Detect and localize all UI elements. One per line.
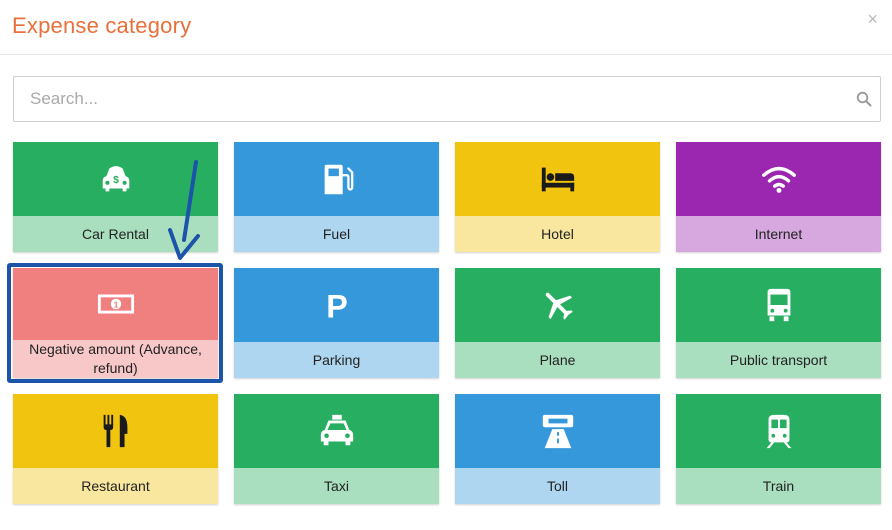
money-bill-icon: 1 — [97, 294, 134, 314]
svg-text:P: P — [326, 288, 348, 324]
tile-label: Car Rental — [13, 216, 218, 252]
category-tile-train[interactable]: Train — [676, 394, 881, 504]
tile-label: Public transport — [676, 342, 881, 378]
modal-header: Expense category × — [0, 0, 892, 55]
tile-icon-area — [455, 268, 660, 342]
tile-label: Train — [676, 468, 881, 504]
train-icon — [766, 414, 791, 449]
category-tile-plane[interactable]: Plane — [455, 268, 660, 378]
tile-label: Parking — [234, 342, 439, 378]
category-tile-fuel[interactable]: Fuel — [234, 142, 439, 252]
close-button[interactable]: × — [867, 8, 878, 30]
tile-icon-area — [676, 268, 881, 342]
car-rental-icon: $ — [102, 166, 129, 192]
tile-label: Internet — [676, 216, 881, 252]
tile-label: Toll — [455, 468, 660, 504]
bed-icon — [541, 167, 574, 192]
tile-label: Restaurant — [13, 468, 218, 504]
category-tile-restaurant[interactable]: Restaurant — [13, 394, 218, 504]
category-grid: $ Car Rental Fuel Hotel Internet 1 Negat… — [13, 142, 881, 504]
toll-road-icon — [542, 414, 573, 449]
category-tile-toll[interactable]: Toll — [455, 394, 660, 504]
parking-icon: P — [326, 288, 348, 324]
tile-label: Fuel — [234, 216, 439, 252]
tile-icon-area — [234, 394, 439, 468]
category-tile-parking[interactable]: P Parking — [234, 268, 439, 378]
tile-label: Negative amount (Advance, refund) — [13, 340, 218, 378]
svg-text:1: 1 — [113, 299, 118, 309]
search-input[interactable] — [14, 77, 880, 121]
category-tile-negative-amount[interactable]: 1 Negative amount (Advance, refund) — [13, 268, 218, 378]
tile-icon-area — [234, 142, 439, 216]
tile-label: Taxi — [234, 468, 439, 504]
category-tile-internet[interactable]: Internet — [676, 142, 881, 252]
fuel-pump-icon — [324, 164, 353, 195]
svg-text:$: $ — [113, 175, 119, 186]
wifi-icon — [761, 166, 796, 193]
bus-icon — [767, 288, 790, 322]
tile-icon-area: $ — [13, 142, 218, 216]
search-icon[interactable] — [856, 91, 872, 107]
category-tile-public-transport[interactable]: Public transport — [676, 268, 881, 378]
tile-label: Plane — [455, 342, 660, 378]
category-tile-taxi[interactable]: Taxi — [234, 394, 439, 504]
taxi-icon — [320, 414, 353, 446]
tile-label: Hotel — [455, 216, 660, 252]
tile-icon-area: 1 — [13, 268, 218, 340]
category-tile-hotel[interactable]: Hotel — [455, 142, 660, 252]
tile-icon-area — [455, 142, 660, 216]
tile-icon-area — [676, 142, 881, 216]
tile-icon-area — [13, 394, 218, 468]
utensils-icon — [103, 414, 127, 448]
tile-icon-area — [455, 394, 660, 468]
plane-icon — [545, 292, 573, 320]
category-tile-car-rental[interactable]: $ Car Rental — [13, 142, 218, 252]
modal-title: Expense category — [12, 13, 192, 38]
tile-icon-area — [676, 394, 881, 468]
tile-icon-area: P — [234, 268, 439, 342]
search-box — [13, 76, 881, 122]
